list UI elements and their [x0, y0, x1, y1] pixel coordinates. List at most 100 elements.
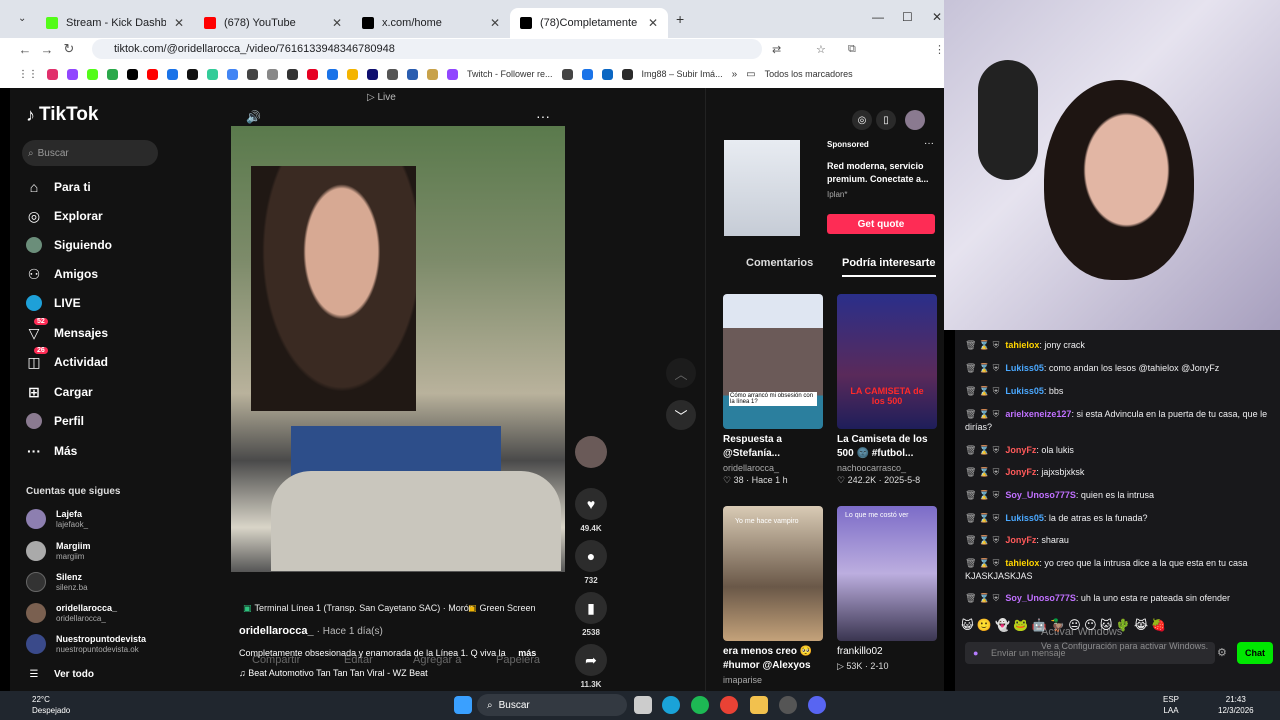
taskbar-search[interactable]: ⌕ Buscar: [477, 694, 627, 716]
bookmark-icon[interactable]: [267, 68, 278, 80]
twitch-icon[interactable]: [67, 68, 78, 80]
tab-kick[interactable]: Stream - Kick Dashboard ✕: [36, 8, 194, 38]
bookmark-icon[interactable]: [367, 68, 378, 80]
close-icon[interactable]: ✕: [174, 16, 184, 30]
menu-item-cargar[interactable]: ⊞ Cargar: [26, 381, 93, 403]
recommended-card[interactable]: Cómo arrancó mi obsesión con la línea 1?…: [723, 294, 823, 486]
share-button[interactable]: ➦ 11.3K: [575, 644, 607, 689]
discord-icon[interactable]: [808, 696, 826, 714]
settings-icon[interactable]: ⚙: [1217, 646, 1227, 659]
tab-comentarios[interactable]: Comentarios: [746, 257, 813, 269]
google-icon[interactable]: [227, 68, 238, 80]
x-icon[interactable]: [127, 68, 138, 80]
file-explorer-icon[interactable]: [750, 696, 768, 714]
forward-icon[interactable]: →: [36, 42, 58, 57]
language-indicator[interactable]: ESP LAA: [1163, 694, 1179, 716]
youtube-icon[interactable]: [147, 68, 158, 80]
tab-podria-interesarte[interactable]: Podría interesarte: [842, 257, 936, 277]
ad-more-icon[interactable]: ···: [924, 138, 934, 149]
bookmark-icon[interactable]: [287, 68, 298, 80]
tiktok-icon[interactable]: [187, 68, 198, 80]
kick-icon[interactable]: [87, 68, 98, 80]
menu-item-explorar[interactable]: ◎ Explorar: [26, 205, 103, 227]
translate-icon[interactable]: ⇄: [772, 43, 781, 56]
compass-icon[interactable]: ◎: [852, 110, 872, 130]
device-icon[interactable]: ▯: [876, 110, 896, 130]
bookmark-icon[interactable]: [327, 68, 338, 80]
extensions-icon[interactable]: ⧉: [848, 43, 856, 56]
save-button[interactable]: ▮ 2538: [575, 592, 607, 637]
apps-icon[interactable]: ⋮⋮: [18, 69, 38, 80]
tab-tiktok[interactable]: (78)Completamente obsesiona... ✕: [510, 8, 668, 38]
get-quote-button[interactable]: Get quote: [827, 214, 935, 234]
chat-user[interactable]: Lukiss05: [1005, 513, 1044, 523]
ghost-trash-button[interactable]: Papelera: [496, 654, 540, 666]
menu-item-mas[interactable]: ··· Más: [26, 440, 77, 462]
chat-user[interactable]: JonyFz: [1005, 445, 1036, 455]
ad-image[interactable]: [724, 140, 800, 236]
menu-item-siguiendo[interactable]: Siguiendo: [26, 234, 112, 256]
bookmark-icon[interactable]: [387, 68, 398, 80]
followed-account[interactable]: Lajefa lajefaok_: [26, 504, 88, 534]
menu-item-amigos[interactable]: ⚇ Amigos: [26, 263, 98, 285]
start-icon[interactable]: [454, 696, 472, 714]
weather-widget[interactable]: 22°C Despejado: [12, 694, 70, 716]
instagram-icon[interactable]: [47, 68, 58, 80]
previous-video-button[interactable]: ︿: [666, 358, 696, 388]
pinterest-icon[interactable]: [307, 68, 318, 80]
creator-avatar[interactable]: [575, 436, 607, 468]
all-bookmarks[interactable]: Todos los marcadores: [765, 69, 853, 79]
ghost-add-button[interactable]: Agregar a: [413, 654, 461, 666]
followed-account[interactable]: Nuestropuntodevista nuestropuntodevista.o…: [26, 629, 146, 659]
menu-item-actividad[interactable]: ◫ 26 Actividad: [26, 347, 108, 373]
chat-user[interactable]: Lukiss05: [1005, 363, 1044, 373]
maximize-button[interactable]: ☐: [902, 10, 913, 24]
followed-account[interactable]: Margiim margiim: [26, 536, 91, 566]
like-button[interactable]: ♥ 49.4K: [575, 488, 607, 533]
chat-user[interactable]: JonyFz: [1005, 535, 1036, 545]
chrome-icon[interactable]: [720, 696, 738, 714]
location-chip[interactable]: ▣ Terminal Línea 1 (Transp. San Cayetano …: [243, 600, 474, 616]
bookmark-icon[interactable]: [407, 68, 418, 80]
chevron-right-icon[interactable]: »: [732, 69, 738, 80]
bookmark-icon[interactable]: [601, 68, 613, 80]
chat-user[interactable]: JonyFz: [1005, 467, 1036, 477]
minimize-button[interactable]: —: [872, 10, 884, 24]
back-icon[interactable]: ←: [14, 42, 36, 57]
menu-item-para-ti[interactable]: ⌂ Para ti: [26, 176, 91, 198]
search-input[interactable]: ⌕ Buscar: [22, 140, 158, 166]
menu-item-live[interactable]: LIVE: [26, 292, 81, 314]
more-options-icon[interactable]: ···: [536, 108, 550, 124]
ghost-edit-button[interactable]: Editar: [344, 654, 373, 666]
tab-list-button[interactable]: ⌄: [18, 13, 26, 24]
live-pill[interactable]: ▷ Live: [367, 92, 396, 103]
close-icon[interactable]: ✕: [648, 16, 658, 30]
menu-item-mensajes[interactable]: ▽ 52 Mensajes: [26, 318, 108, 344]
followed-account[interactable]: oridellarocca_ oridellarocca_: [26, 598, 117, 628]
reload-icon[interactable]: ↻: [58, 41, 80, 57]
next-video-button[interactable]: ﹀: [666, 400, 696, 430]
bookmark-icon[interactable]: [207, 68, 218, 80]
ad-title[interactable]: Red moderna, servicio premium. Conectate…: [827, 160, 939, 186]
steam-icon[interactable]: [779, 696, 797, 714]
effect-chip[interactable]: ▣ Green Screen: [468, 600, 536, 616]
recommended-card[interactable]: Lo que me costó ver frankillo02 ▷ 53K · …: [837, 506, 937, 672]
tiktok-logo[interactable]: ♪ TikTok: [26, 104, 98, 126]
bookmark-icon[interactable]: [107, 68, 118, 80]
bookmark-icon[interactable]: [347, 68, 358, 80]
comment-button[interactable]: ● 732: [575, 540, 607, 585]
music-info[interactable]: ♫ Beat Automotivo Tan Tan Tan Viral - WZ…: [239, 668, 428, 678]
volume-icon[interactable]: 🔊: [246, 110, 261, 124]
video-player[interactable]: [231, 126, 565, 572]
bookmark-icon[interactable]: [581, 68, 593, 80]
close-icon[interactable]: ✕: [332, 16, 342, 30]
bookmark-icon[interactable]: [427, 68, 438, 80]
tab-x[interactable]: x.com/home ✕: [352, 8, 510, 38]
bookmark-icon[interactable]: [247, 68, 258, 80]
recommended-card[interactable]: Yo me hace vampiro era menos creo 🥺 #hum…: [723, 506, 823, 685]
chat-user[interactable]: Lukiss05: [1005, 386, 1044, 396]
bookmark-twitch-followers[interactable]: Twitch - Follower re...: [467, 69, 553, 79]
menu-item-perfil[interactable]: Perfil: [26, 410, 84, 432]
avatar[interactable]: [905, 110, 925, 130]
bookmark-imgbb[interactable]: Img88 – Subir Imá...: [642, 69, 723, 79]
